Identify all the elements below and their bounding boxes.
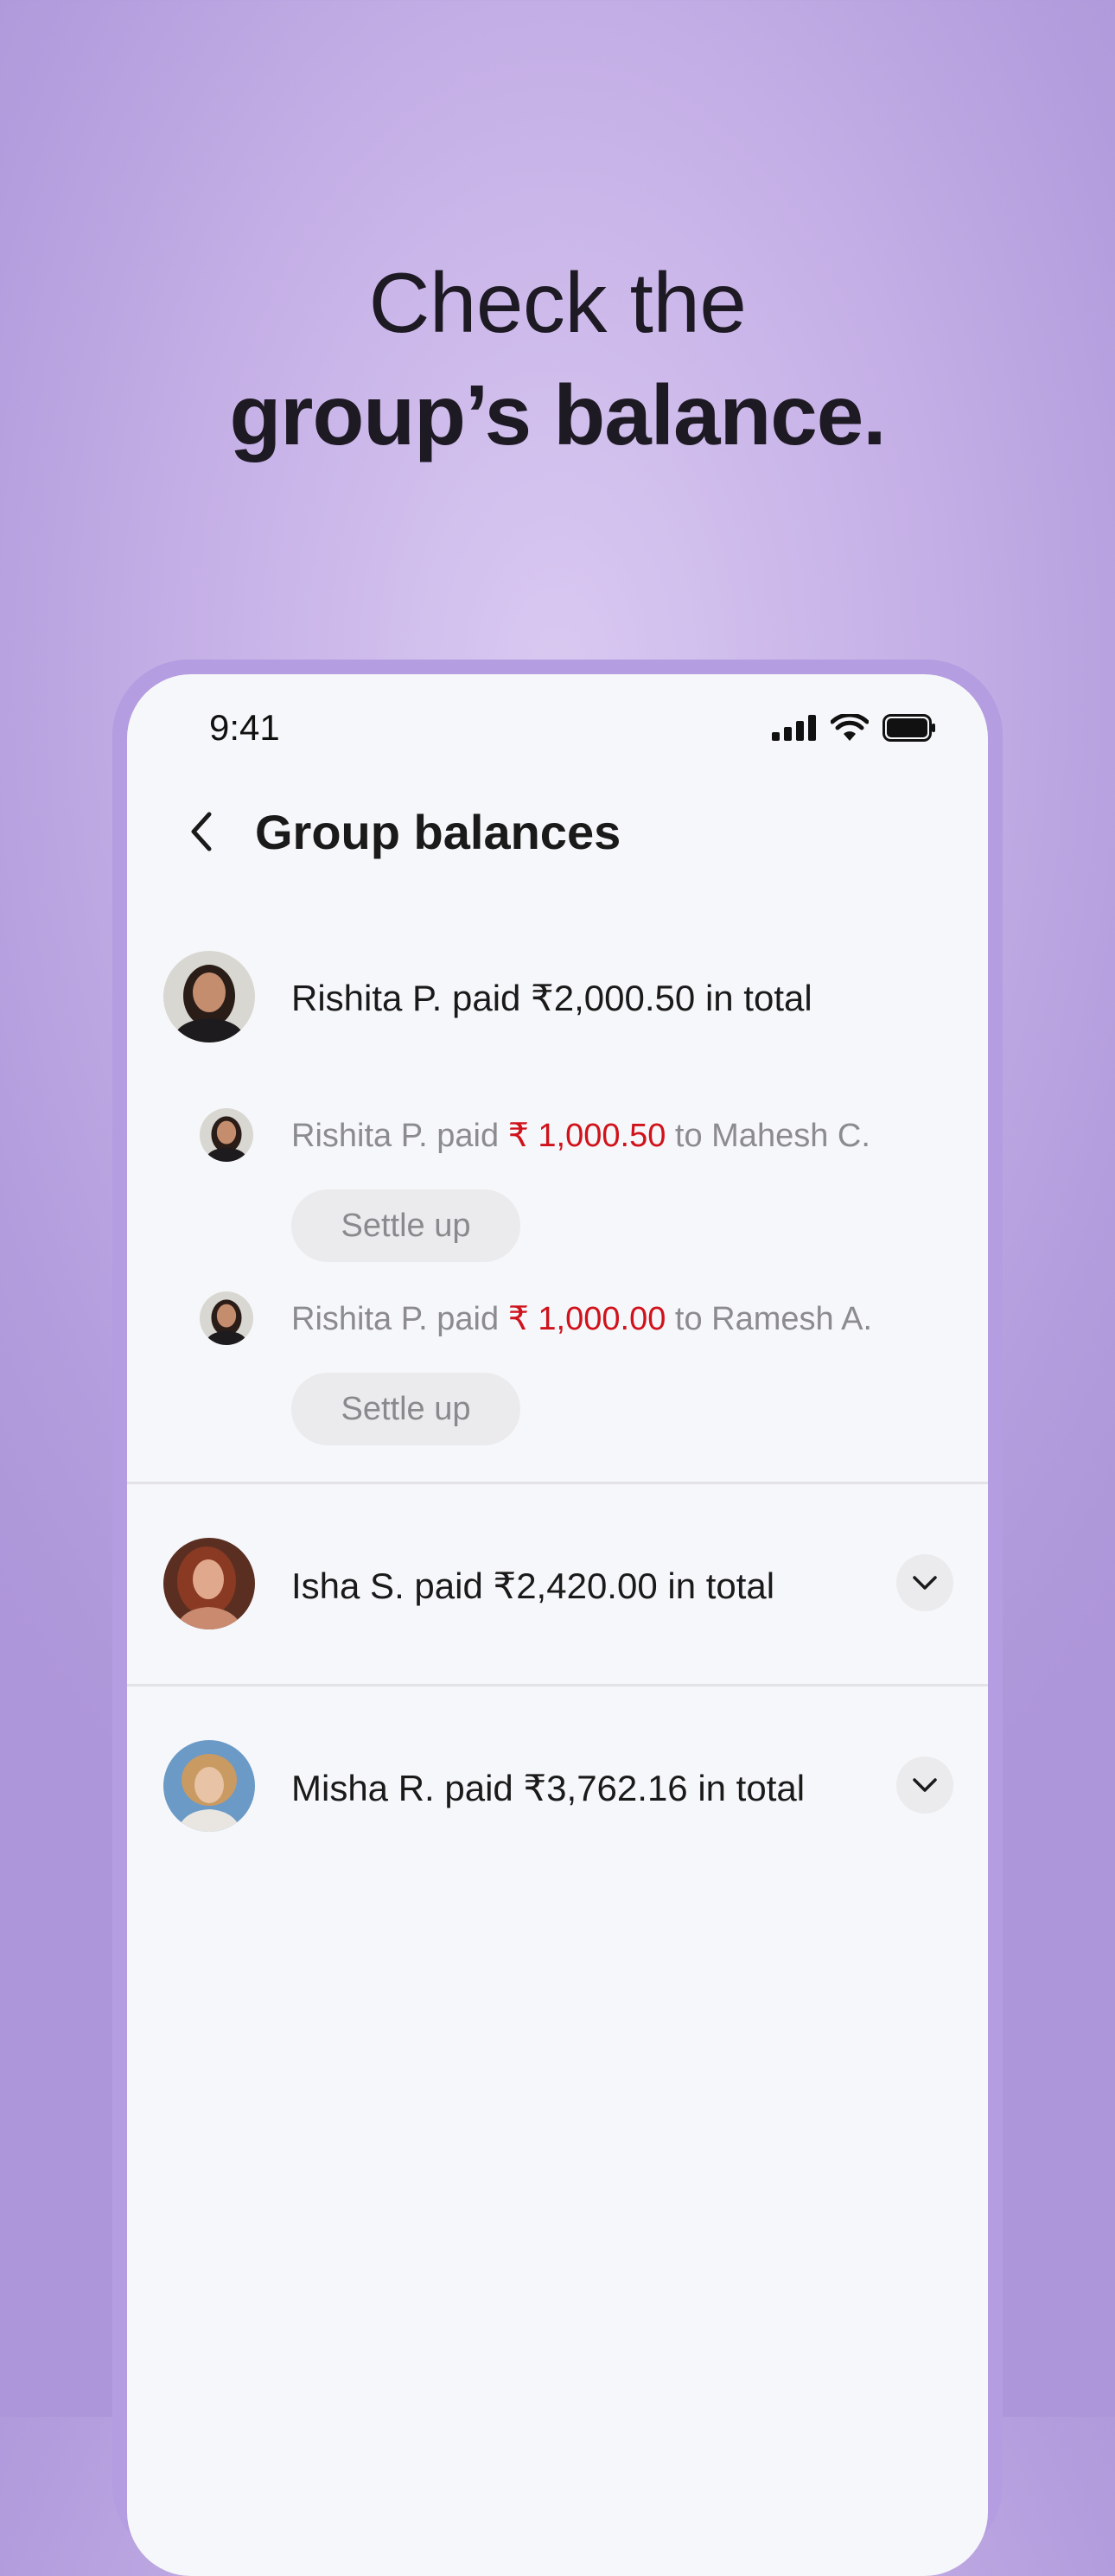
detail-prefix: Rishita P. paid (291, 1301, 508, 1337)
status-icons (772, 714, 936, 742)
expand-button-misha[interactable] (896, 1757, 953, 1814)
balance-summary-misha: Misha R. paid ₹3,762.16 in total (291, 1768, 806, 1808)
status-time: 9:41 (209, 707, 280, 748)
phone-screen: 9:41 Group balances Rishita P. paid ₹2,0… (127, 674, 988, 2576)
detail-amount: ₹ 1,000.50 (507, 1118, 666, 1154)
headline-line-1: Check the (368, 255, 747, 350)
headline-line-2: group’s balance. (229, 367, 886, 462)
headline: Check the group’s balance. (0, 246, 1115, 471)
battery-icon (882, 714, 935, 742)
avatar-rishita-small (200, 1108, 253, 1162)
detail-amount: ₹ 1,000.00 (507, 1301, 666, 1337)
balance-detail: Rishita P. paid ₹ 1,000.50 to Mahesh C. (291, 1116, 870, 1155)
page-title: Group balances (255, 805, 621, 859)
balance-summary-isha: Isha S. paid ₹2,420.00 in total (291, 1565, 775, 1606)
detail-prefix: Rishita P. paid (291, 1118, 508, 1154)
settle-up-button[interactable]: Settle up (291, 1373, 520, 1445)
wifi-icon (831, 714, 869, 741)
detail-suffix: to Ramesh A. (666, 1301, 873, 1337)
avatar-rishita (163, 951, 255, 1043)
chevron-down-icon (913, 1576, 937, 1590)
balance-detail: Rishita P. paid ₹ 1,000.00 to Ramesh A. (291, 1299, 872, 1338)
nav-bar: Group balances (127, 795, 988, 873)
divider (127, 1482, 988, 1484)
signal-icon (772, 715, 816, 741)
divider (127, 1684, 988, 1687)
balance-summary-rishita: Rishita P. paid ₹2,000.50 in total (291, 978, 812, 1018)
avatar-rishita-small (200, 1291, 253, 1345)
settle-up-button[interactable]: Settle up (291, 1189, 520, 1262)
back-button[interactable] (175, 806, 227, 858)
chevron-left-icon (191, 812, 212, 851)
avatar-isha (163, 1538, 255, 1629)
detail-suffix: to Mahesh C. (666, 1118, 870, 1154)
expand-button-isha[interactable] (896, 1554, 953, 1611)
avatar-misha (163, 1740, 255, 1832)
chevron-down-icon (913, 1778, 937, 1792)
